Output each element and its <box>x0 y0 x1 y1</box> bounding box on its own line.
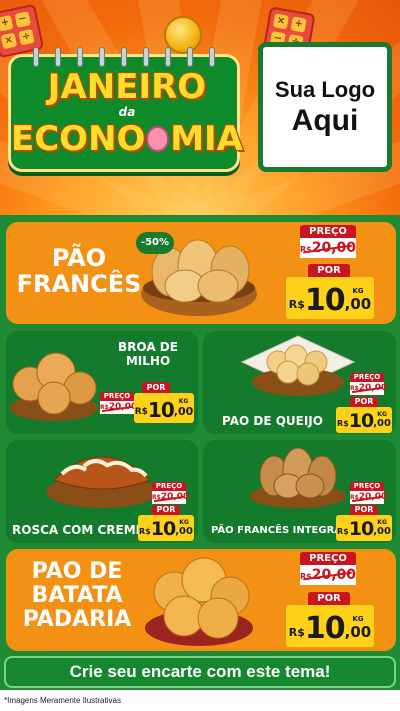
price-currency: R$ <box>337 527 349 536</box>
price-tag: R$ 10 KG ,00 <box>138 515 194 541</box>
old-price-value: 20,00 <box>311 567 357 583</box>
old-price-block: PREÇO R$20,00 <box>300 225 356 258</box>
por-label: POR <box>350 505 378 515</box>
price-unit: KG <box>377 411 387 418</box>
title-line-2-part-a: ECONO <box>11 119 146 159</box>
old-price-block: PREÇO R$20,00 <box>350 482 388 504</box>
old-price: R$20,00 <box>350 382 388 395</box>
old-price-value: 20,00 <box>358 383 388 393</box>
product-name-line: BATATA <box>31 582 123 608</box>
price-decimal: ,00 <box>173 405 194 418</box>
preco-label: PREÇO <box>300 225 356 238</box>
price-tag: R$ 10 KG ,00 <box>336 515 392 541</box>
price-unit: KG <box>352 287 364 295</box>
price-integer: 10 <box>147 398 175 422</box>
campaign-title-card: JANEIRO da ECONO MIA <box>8 47 243 172</box>
price-tag: R$ 10 KG ,00 <box>134 393 194 423</box>
por-label: POR <box>142 382 170 393</box>
old-price-block: PREÇO R$20,00 <box>100 392 138 414</box>
preco-label: PREÇO <box>350 482 384 491</box>
old-price-value: 20,00 <box>160 492 190 502</box>
pao-de-batata-image <box>142 552 256 648</box>
old-price-value: 20,00 <box>358 492 388 502</box>
old-price-value: 20,00 <box>311 240 357 256</box>
price-decimal: ,00 <box>344 623 372 641</box>
old-price-block: PREÇO R$20,00 <box>152 482 190 504</box>
logo-placeholder[interactable]: Sua Logo Aqui <box>258 42 392 172</box>
title-line-2: ECONO MIA <box>11 119 243 159</box>
price-unit: KG <box>352 615 364 623</box>
old-price: R$20,00 <box>152 491 190 504</box>
piggy-bank-icon <box>146 126 170 152</box>
product-name-pao-de-queijo: PAO DE QUEIJO <box>222 414 323 428</box>
por-label: POR <box>308 264 350 277</box>
price-currency: R$ <box>288 626 305 639</box>
price-integer: 10 <box>348 410 374 432</box>
price-currency: R$ <box>139 527 151 536</box>
price-unit: KG <box>178 398 189 405</box>
product-name-pao-integral: PÃO FRANCÊS INTEGRAL <box>211 525 349 536</box>
old-price-block: PREÇO R$20,00 <box>300 552 356 585</box>
price-integer: 10 <box>304 283 346 318</box>
product-name-pao-frances: PÃO FRANCÊS <box>14 244 144 298</box>
disclaimer-text: *Imagens Meramente Ilustrativas <box>0 690 400 711</box>
broa-image <box>8 338 100 424</box>
old-price-currency: R$ <box>350 385 359 392</box>
old-price-value: 20,00 <box>108 402 138 412</box>
old-price-currency: R$ <box>100 404 109 411</box>
price-currency: R$ <box>337 419 349 428</box>
price-decimal: ,00 <box>344 295 372 313</box>
price-decimal: ,00 <box>373 418 391 429</box>
rosca-image <box>44 440 160 510</box>
preco-label: PREÇO <box>152 482 186 491</box>
product-name-pao-de-batata: PAO DE BATATA PADARIA <box>12 560 142 631</box>
product-name-line: FRANCÊS <box>16 269 142 298</box>
old-price-currency: R$ <box>300 245 312 254</box>
old-price: R$20,00 <box>100 401 138 414</box>
price-tag: R$ 10 KG ,00 <box>286 605 374 647</box>
create-flyer-banner[interactable]: Crie seu encarte com este tema! <box>4 656 396 688</box>
product-name-broa: BROA DE MILHO <box>110 340 186 369</box>
product-name-line: MILHO <box>125 354 171 369</box>
price-currency: R$ <box>134 407 148 417</box>
product-name-line: PADARIA <box>22 606 132 632</box>
price-currency: R$ <box>288 298 305 311</box>
logo-line-2: Aqui <box>291 103 359 137</box>
title-line-1: JANEIRO <box>47 67 207 107</box>
logo-line-1: Sua Logo <box>274 76 376 102</box>
product-name-line: BROA DE <box>118 340 178 354</box>
old-price-currency: R$ <box>300 572 312 581</box>
price-tag: R$ 10 KG ,00 <box>286 277 374 319</box>
pao-integral-image <box>248 440 348 510</box>
old-price-block: PREÇO R$20,00 <box>350 373 388 395</box>
old-price: R$20,00 <box>350 491 388 504</box>
product-name-line: PAO DE <box>31 559 123 584</box>
discount-badge: -50% <box>136 232 174 254</box>
price-decimal: ,00 <box>373 526 391 537</box>
price-decimal: ,00 <box>175 526 193 537</box>
old-price-currency: R$ <box>350 494 359 501</box>
por-label: POR <box>308 592 350 605</box>
price-integer: 10 <box>304 611 346 646</box>
old-price: R$20,00 <box>300 565 356 585</box>
title-connector: da <box>118 105 136 119</box>
preco-label: PREÇO <box>300 552 356 565</box>
pao-de-queijo-image <box>238 332 358 400</box>
price-integer: 10 <box>348 518 374 540</box>
price-tag: R$ 10 KG ,00 <box>336 407 392 433</box>
product-name-rosca: ROSCA COM CREME <box>12 523 144 537</box>
price-integer: 10 <box>150 518 176 540</box>
por-label: POR <box>350 397 378 407</box>
price-unit: KG <box>377 519 387 526</box>
product-name-line: PÃO <box>51 244 107 272</box>
old-price-currency: R$ <box>152 494 161 501</box>
preco-label: PREÇO <box>350 373 384 382</box>
por-label: POR <box>152 505 180 515</box>
preco-label: PREÇO <box>100 392 134 401</box>
title-line-2-part-b: MIA <box>170 119 243 159</box>
old-price: R$20,00 <box>300 238 356 258</box>
price-unit: KG <box>179 519 189 526</box>
